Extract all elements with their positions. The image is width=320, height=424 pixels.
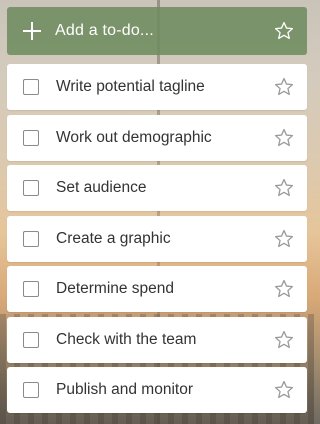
todo-checkbox[interactable] <box>23 129 39 146</box>
star-icon[interactable] <box>273 177 295 199</box>
todo-item[interactable]: Check with the team <box>7 316 307 363</box>
add-todo-input-placeholder[interactable]: Add a to-do... <box>55 22 273 40</box>
todo-checkbox[interactable] <box>23 180 39 196</box>
star-icon[interactable] <box>273 76 295 98</box>
todo-checkbox[interactable] <box>23 331 39 348</box>
todo-item[interactable]: Write potential tagline <box>7 64 307 110</box>
todo-item[interactable]: Work out demographic <box>7 114 307 161</box>
todo-list: Write potential tagline Work out demogra… <box>7 64 307 418</box>
todo-checkbox[interactable] <box>23 281 39 297</box>
todo-title: Publish and monitor <box>56 381 193 398</box>
star-icon[interactable] <box>273 329 295 351</box>
todo-item[interactable]: Set audience <box>7 165 307 211</box>
star-icon[interactable] <box>273 278 295 300</box>
todo-item[interactable]: Publish and monitor <box>7 367 307 413</box>
add-todo-bar[interactable]: Add a to-do... <box>7 7 307 55</box>
todo-item[interactable]: Create a graphic <box>7 215 307 262</box>
todo-title: Determine spend <box>56 280 175 297</box>
todo-item[interactable]: Determine spend <box>7 266 307 312</box>
todo-title: Set audience <box>56 179 147 196</box>
todo-checkbox[interactable] <box>23 79 39 95</box>
star-icon[interactable] <box>273 228 295 250</box>
todo-checkbox[interactable] <box>23 382 39 398</box>
star-icon[interactable] <box>273 127 295 149</box>
todo-title: Work out demographic <box>56 128 212 146</box>
todo-title: Create a graphic <box>56 229 171 247</box>
star-icon[interactable] <box>273 379 295 401</box>
plus-icon[interactable] <box>21 20 43 42</box>
todo-title: Check with the team <box>56 330 197 348</box>
todo-title: Write potential tagline <box>56 78 205 95</box>
star-icon[interactable] <box>273 20 295 42</box>
todo-checkbox[interactable] <box>23 230 39 247</box>
